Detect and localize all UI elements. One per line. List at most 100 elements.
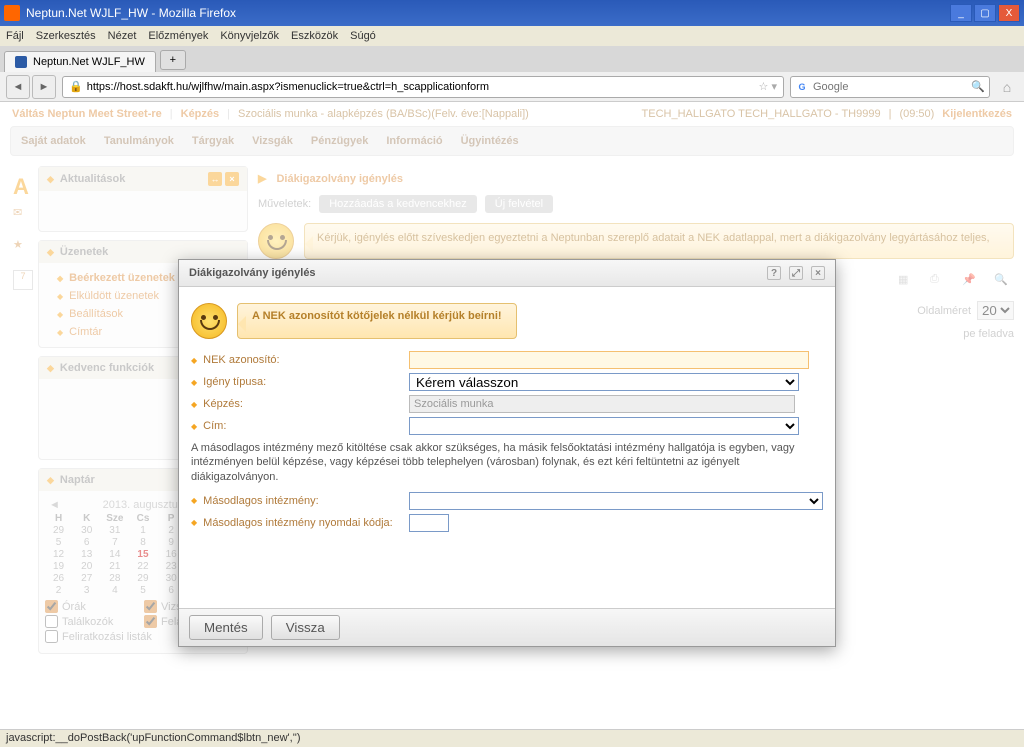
statusbar: javascript:__doPostBack('upFunctionComma… [0,729,1024,747]
panel-title: Naptár [60,474,95,486]
panel-action-icon[interactable]: ↔ [208,172,222,186]
switch-link[interactable]: Váltás Neptun Meet Street-re [12,108,162,120]
new-tab-button[interactable]: + [160,50,186,70]
tab-penzugyek[interactable]: Pénzügyek [311,135,368,147]
calendar-icon[interactable]: 7 [13,270,33,290]
google-icon: G [795,80,809,94]
label-kepzes: Képzés: [203,398,243,410]
back-button[interactable]: Vissza [271,615,340,640]
main-tabs: Saját adatok Tanulmányok Tárgyak Vizsgák… [10,126,1014,156]
page-title: Diákigazolvány igénylés [276,173,403,185]
star-icon[interactable]: ★ [13,238,33,258]
check-orak[interactable]: Órák [45,600,142,613]
mail-icon[interactable]: ✉ [13,206,33,226]
menu-view[interactable]: Nézet [108,30,137,42]
search-icon[interactable]: 🔍 [971,80,985,93]
select-cim[interactable] [409,417,799,435]
window-maximize-button[interactable]: ▢ [974,4,996,22]
search-input[interactable] [813,81,971,93]
menubar: Fájl Szerkesztés Nézet Előzmények Könyvj… [0,26,1024,46]
label-nek: NEK azonosító: [203,354,279,366]
pin-icon[interactable]: 📌 [962,273,982,293]
page-size-select[interactable]: 20 [977,301,1014,320]
menu-edit[interactable]: Szerkesztés [36,30,96,42]
panel-close-icon[interactable]: × [225,172,239,186]
user-label: TECH_HALLGATO TECH_HALLGATO - TH9999 [642,108,881,120]
menu-bookmarks[interactable]: Könyvjelzők [220,30,279,42]
label-masod-kod: Másodlagos intézmény nyomdai kódja: [203,517,393,529]
window-minimize-button[interactable]: _ [950,4,972,22]
letter-a-icon[interactable]: A [13,174,33,194]
tab-favicon [15,56,27,68]
modal-title: Diákigazolvány igénylés [189,267,316,279]
time-label: (09:50) [899,108,934,120]
back-button[interactable]: ◄ [6,75,30,99]
smiley-icon [258,223,294,259]
window-title: Neptun.Net WJLF_HW - Mozilla Firefox [26,6,950,20]
menu-file[interactable]: Fájl [6,30,24,42]
label-igeny: Igény típusa: [203,376,266,388]
print-icon[interactable]: ⎙ [930,273,950,293]
collapse-icon[interactable]: ◆ [47,174,54,185]
cal-prev[interactable]: ◄ [49,499,60,511]
browser-tab[interactable]: Neptun.Net WJLF_HW [4,51,156,72]
course-label: Szociális munka - alapképzés (BA/BSc)(Fe… [238,108,529,120]
tab-targyak[interactable]: Tárgyak [192,135,234,147]
forward-button[interactable]: ► [32,75,56,99]
cal-month: 2013. augusztus [103,499,184,511]
select-masod-int[interactable] [409,492,823,510]
ops-label: Műveletek: [258,198,311,210]
window-close-button[interactable]: X [998,4,1020,22]
excel-icon[interactable]: ▦ [898,273,918,293]
search-box[interactable]: G 🔍 [790,76,990,98]
window-titlebar: Neptun.Net WJLF_HW - Mozilla Firefox _ ▢… [0,0,1024,26]
tab-ugyintezes[interactable]: Ügyintézés [461,135,519,147]
modal-expand-button[interactable]: ⤢ [789,266,803,280]
label-cim: Cím: [203,420,226,432]
lock-icon: 🔒 [69,80,83,93]
tab-sajat-adatok[interactable]: Saját adatok [21,135,86,147]
menu-help[interactable]: Súgó [350,30,376,42]
panel-title: Aktualitások [60,173,125,185]
modal-footer: Mentés Vissza [179,608,835,646]
menu-history[interactable]: Előzmények [148,30,208,42]
breadcrumb: ▶ Diákigazolvány igénylés [258,166,1014,191]
tab-tanulmanyok[interactable]: Tanulmányok [104,135,174,147]
collapse-icon[interactable]: ◆ [47,363,54,374]
modal-titlebar[interactable]: Diákigazolvány igénylés ? ⤢ × [179,260,835,287]
label-masod-int: Másodlagos intézmény: [203,495,319,507]
breadcrumb-arrow-icon: ▶ [258,172,266,185]
logout-link[interactable]: Kijelentkezés [942,108,1012,120]
check-talalkozok[interactable]: Találkozók [45,615,142,628]
tab-informacio[interactable]: Információ [386,135,442,147]
op-new-entry[interactable]: Új felvétel [485,195,553,213]
kepzes-label[interactable]: Képzés [181,108,220,120]
notice-text: Kérjük, igénylés előtt szíveskedjen egye… [304,223,1014,259]
save-button[interactable]: Mentés [189,615,263,640]
input-nek[interactable] [409,351,809,369]
menu-tools[interactable]: Eszközök [291,30,338,42]
urlbar: ◄ ► 🔒 https://host.sdakft.hu/wjlfhw/main… [0,72,1024,102]
modal-close-button[interactable]: × [811,266,825,280]
app-topbar: Váltás Neptun Meet Street-re | Képzés | … [0,102,1024,122]
collapse-icon[interactable]: ◆ [47,475,54,486]
smiley-icon [191,303,227,339]
modal-notice: A NEK azonosítót kötőjelek nélkül kérjük… [237,303,517,339]
address-bar[interactable]: 🔒 https://host.sdakft.hu/wjlfhw/main.asp… [62,76,784,98]
input-masod-kod[interactable] [409,514,449,532]
select-igeny[interactable]: Kérem válasszon [409,373,799,391]
modal-dialog: Diákigazolvány igénylés ? ⤢ × A NEK azon… [178,259,836,647]
op-add-favorite[interactable]: Hozzáadás a kedvencekhez [319,195,477,213]
url-text: https://host.sdakft.hu/wjlfhw/main.aspx?… [87,81,489,93]
home-button[interactable]: ⌂ [996,76,1018,98]
bookmark-icons[interactable]: ☆ ▾ [759,80,777,93]
page-notice: Kérjük, igénylés előtt szíveskedjen egye… [258,223,1014,259]
search-icon[interactable]: 🔍 [994,273,1014,293]
help-text: A másodlagos intézmény mező kitöltése cs… [191,437,823,490]
collapse-icon[interactable]: ◆ [47,247,54,258]
modal-help-button[interactable]: ? [767,266,781,280]
panel-title: Üzenetek [60,246,108,258]
operations-bar: Műveletek: Hozzáadás a kedvencekhez Új f… [258,191,1014,217]
tab-label: Neptun.Net WJLF_HW [33,56,145,68]
tab-vizsgak[interactable]: Vizsgák [252,135,293,147]
